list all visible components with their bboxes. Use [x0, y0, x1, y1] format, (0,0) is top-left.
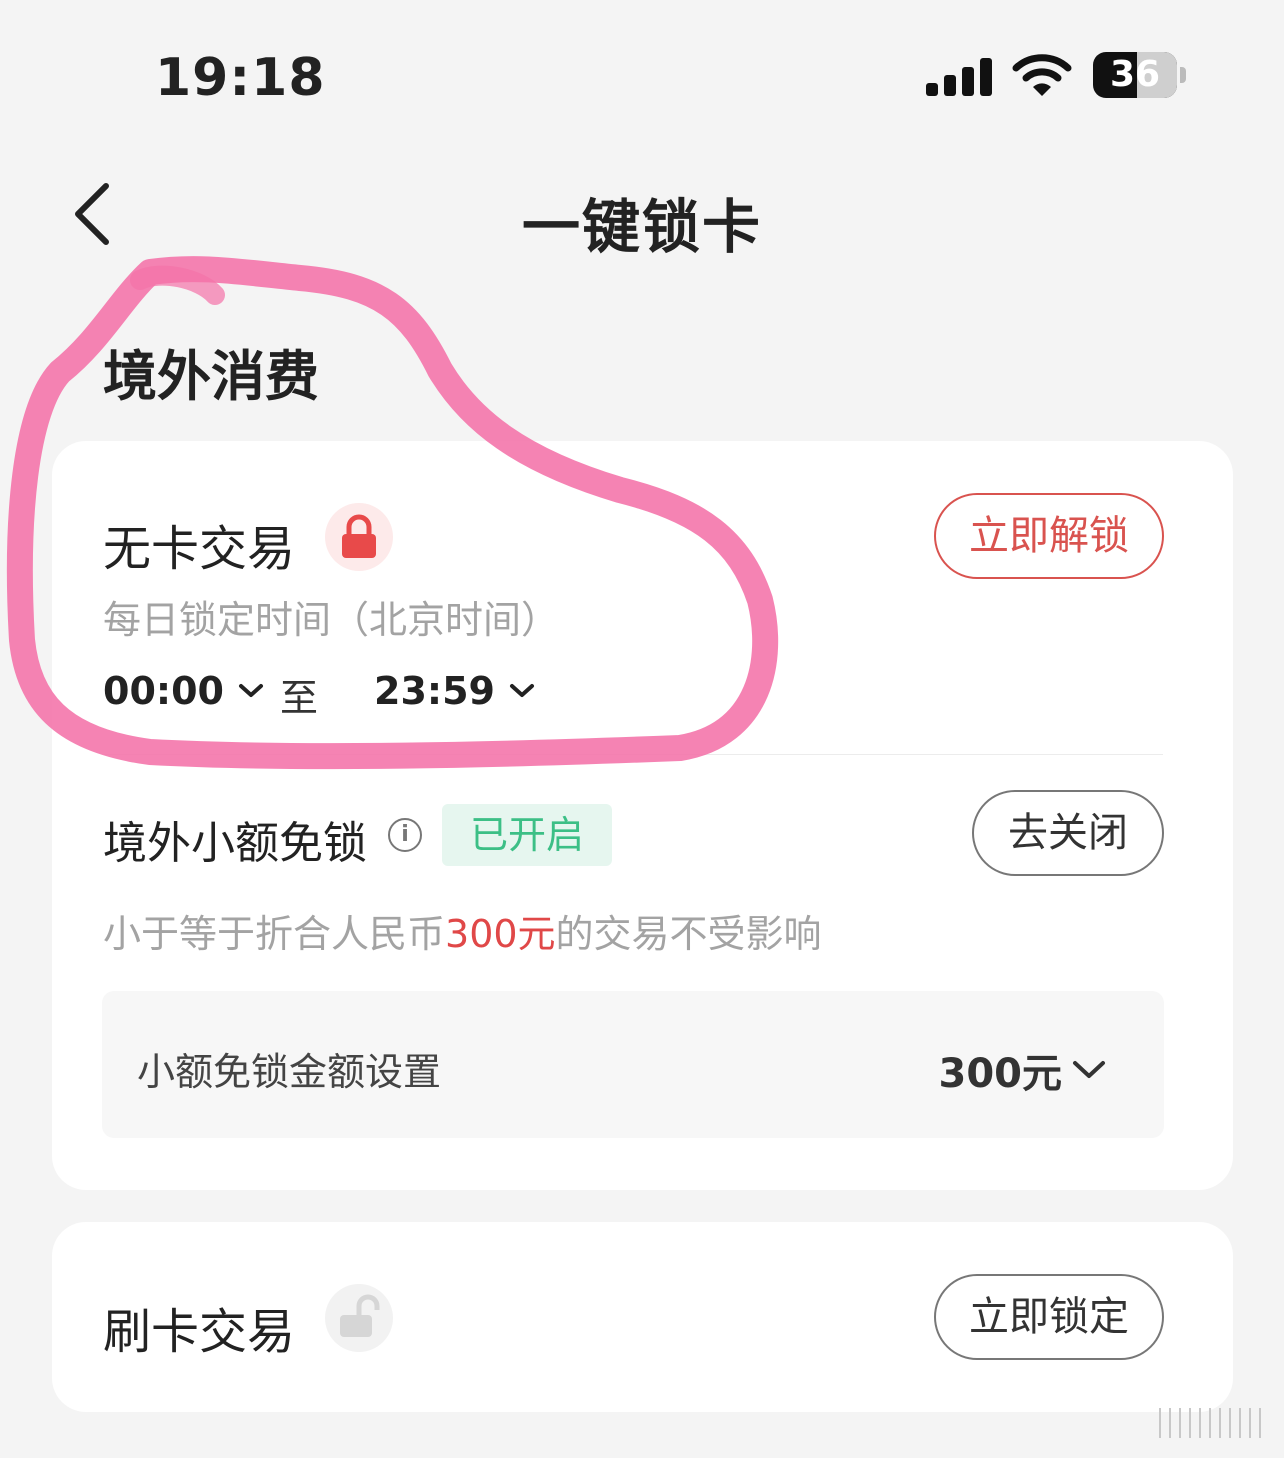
start-time-value: 00:00: [103, 669, 224, 713]
chevron-down-icon: [238, 684, 263, 697]
section-title: 境外消费: [103, 345, 319, 408]
amount-setting-value[interactable]: 300元: [939, 1041, 1107, 1099]
lock-closed-icon: [325, 503, 393, 571]
swipe-card: 刷卡交易 立即锁定: [52, 1222, 1233, 1412]
end-time-select[interactable]: 23:59: [374, 669, 535, 713]
lock-now-button[interactable]: 立即锁定: [934, 1274, 1164, 1360]
unlock-button[interactable]: 立即解锁: [934, 493, 1164, 579]
page-title: 一键锁卡: [521, 193, 762, 261]
time-to-label: 至: [280, 676, 319, 720]
battery-tip: [1180, 67, 1186, 83]
small-amount-title: 境外小额免锁: [103, 818, 367, 869]
info-icon[interactable]: i: [388, 818, 422, 852]
overseas-card: 无卡交易 立即解锁 每日锁定时间（北京时间） 00:00 至 23:59 境外小…: [52, 441, 1233, 1190]
close-exemption-button[interactable]: 去关闭: [972, 790, 1164, 876]
swipe-title: 刷卡交易: [103, 1304, 296, 1360]
lock-open-icon: [325, 1284, 393, 1352]
chevron-down-icon: [509, 684, 534, 697]
desc-prefix: 小于等于折合人民币: [103, 912, 446, 956]
chevron-down-icon: [1073, 1061, 1105, 1078]
status-badge: 已开启: [442, 804, 613, 866]
amount-setting-label: 小额免锁金额设置: [137, 1050, 442, 1094]
desc-suffix: 的交易不受影响: [555, 912, 822, 956]
amount-setting-row[interactable]: 小额免锁金额设置 300元: [102, 991, 1164, 1138]
battery-percent: 36: [1109, 54, 1161, 95]
start-time-select[interactable]: 00:00: [103, 669, 264, 713]
amount-value: 300元: [938, 1051, 1063, 1097]
schedule-label: 每日锁定时间（北京时间）: [103, 598, 560, 642]
screen: 19:18 36 一键锁卡 境外消费 无卡交易 立即解锁 每日锁定时间（北京时间…: [0, 0, 1284, 1458]
end-time-value: 23:59: [374, 669, 495, 713]
desc-amount: 300元: [445, 912, 556, 956]
wifi-icon: [1012, 54, 1072, 96]
divider: [104, 754, 1163, 755]
cardless-title: 无卡交易: [103, 521, 296, 577]
signal-icon: [926, 58, 992, 96]
battery-icon: 36: [1093, 52, 1177, 98]
status-time: 19:18: [155, 48, 326, 108]
exemption-description: 小于等于折合人民币300元的交易不受影响: [103, 903, 822, 958]
home-indicator: [1159, 1408, 1261, 1438]
